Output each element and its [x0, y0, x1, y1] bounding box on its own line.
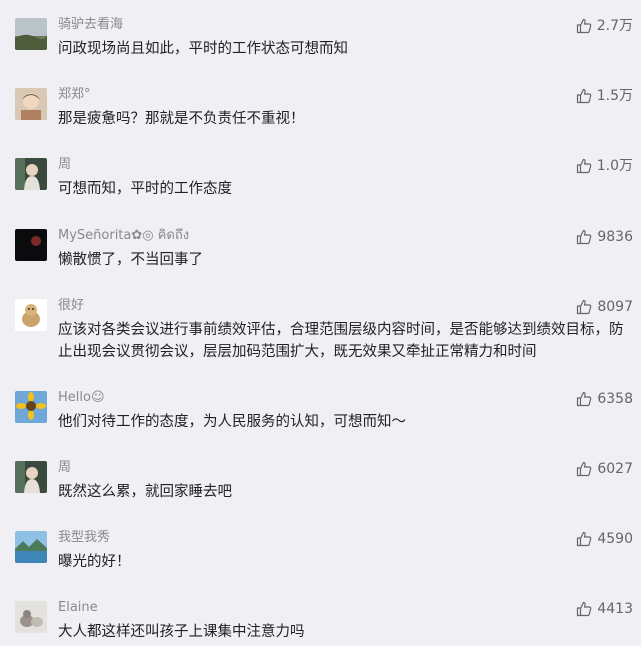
- thumbs-up-icon: [576, 88, 592, 104]
- like-button[interactable]: 9836: [576, 229, 633, 245]
- comment-text: 曝光的好！: [58, 554, 131, 570]
- girl-avatar[interactable]: [15, 158, 47, 190]
- landscape-avatar[interactable]: [15, 18, 47, 50]
- comment-text: 懒散惯了，不当回事了: [58, 252, 203, 268]
- thumbs-up-icon: [577, 531, 592, 547]
- like-button[interactable]: 4413: [576, 601, 633, 617]
- comment-text: 大人都这样还叫孩子上课集中注意力吗: [58, 624, 305, 640]
- comment-author[interactable]: Hello☺: [58, 390, 105, 406]
- like-button[interactable]: 4590: [576, 531, 633, 547]
- comment-author[interactable]: 很好: [58, 298, 84, 314]
- like-count: 1.5万: [596, 88, 633, 104]
- like-count: 9836: [597, 229, 633, 245]
- comment-author[interactable]: 骑驴去看海: [58, 17, 123, 33]
- thumbs-up-icon: [577, 461, 592, 477]
- comment-text: 既然这么累，就回家睡去吧: [58, 484, 232, 500]
- like-count: 6027: [597, 461, 633, 477]
- comment-author[interactable]: 我型我秀: [58, 530, 110, 546]
- comment-author[interactable]: Elaine: [58, 600, 98, 616]
- like-count: 4413: [597, 601, 633, 617]
- thumbs-up-icon: [577, 299, 592, 315]
- comment-author[interactable]: MySeñorita✿◎ คิดถึง: [58, 228, 189, 244]
- comment-author[interactable]: 郑郑°: [58, 87, 91, 103]
- comment-author[interactable]: 周: [58, 157, 71, 173]
- thumbs-up-icon: [577, 601, 592, 617]
- comment-text: 他们对待工作的态度，为人民服务的认知，可想而知～: [58, 414, 406, 430]
- like-count: 1.0万: [596, 158, 633, 174]
- like-count: 6358: [597, 391, 633, 407]
- comment-text: 问政现场尚且如此，平时的工作状态可想而知: [58, 41, 348, 57]
- sunflower-avatar[interactable]: [15, 391, 47, 423]
- like-button[interactable]: 8097: [576, 299, 633, 315]
- comment-author[interactable]: 周: [58, 460, 71, 476]
- girl-avatar[interactable]: [15, 461, 47, 493]
- thumbs-up-icon: [576, 158, 592, 174]
- child-avatar[interactable]: [15, 88, 47, 120]
- dog-avatar[interactable]: [15, 299, 47, 331]
- comment-text: 那是疲惫吗？那就是不负责任不重视！: [58, 111, 305, 127]
- like-button[interactable]: 1.5万: [576, 88, 633, 104]
- comment-text: 应该对各类会议进行事前绩效评估，合理范围层级内容时间，是否能够达到绩效目标，防止…: [58, 322, 624, 360]
- like-count: 4590: [597, 531, 633, 547]
- thumbs-up-icon: [577, 391, 592, 407]
- thumbs-up-icon: [576, 18, 592, 34]
- like-button[interactable]: 6358: [576, 391, 633, 407]
- dark-moon-avatar[interactable]: [15, 229, 47, 261]
- thumbs-up-icon: [577, 229, 592, 245]
- like-count: 2.7万: [596, 18, 633, 34]
- like-button[interactable]: 2.7万: [576, 18, 633, 34]
- like-button[interactable]: 1.0万: [576, 158, 633, 174]
- kitten-avatar[interactable]: [15, 601, 47, 633]
- lake-avatar[interactable]: [15, 531, 47, 563]
- comment-text: 可想而知，平时的工作态度: [58, 181, 232, 197]
- like-button[interactable]: 6027: [576, 461, 633, 477]
- like-count: 8097: [597, 299, 633, 315]
